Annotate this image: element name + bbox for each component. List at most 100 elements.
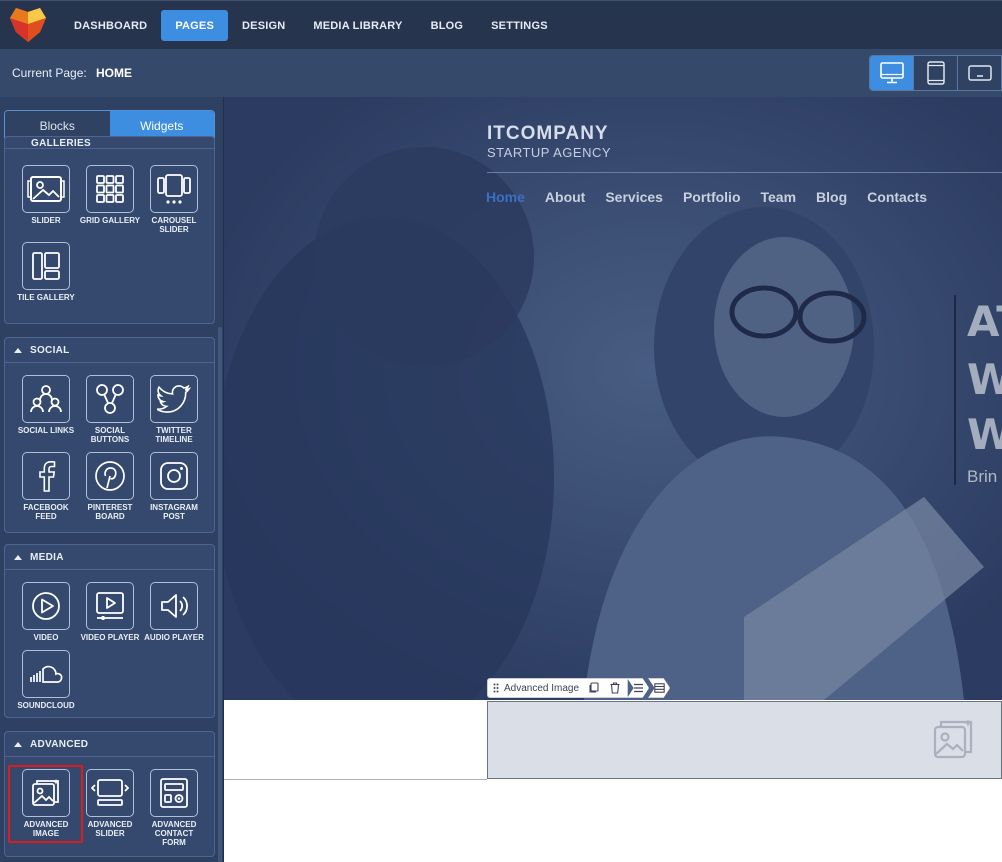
widget-toolbar-label[interactable]: Advanced Image (487, 678, 629, 698)
page-canvas[interactable]: ITCOMPANY STARTUP AGENCY Home About Serv… (224, 97, 1002, 862)
widget-tile-gallery[interactable]: TILE GALLERY (14, 242, 78, 302)
main-nav: DASHBOARD PAGES DESIGN MEDIA LIBRARY BLO… (60, 10, 562, 41)
widget-label: VIDEO PLAYER (80, 633, 140, 642)
header-divider (487, 172, 1002, 173)
media-title: MEDIA (30, 551, 64, 563)
mobile-landscape-view-button[interactable] (958, 56, 1002, 90)
site-nav-contacts[interactable]: Contacts (867, 189, 927, 205)
contact-form-icon (160, 778, 188, 808)
widget-social-buttons[interactable]: SOCIAL BUTTONS (78, 375, 142, 444)
video-icon (32, 592, 60, 620)
widget-name: Advanced Image (504, 682, 580, 694)
widget-social-links[interactable]: SOCIAL LINKS (14, 375, 78, 435)
galleries-panel: GALLERIES SLIDER GRID GALLERY CAROUSEL S… (4, 136, 215, 324)
site-nav-about[interactable]: About (545, 189, 585, 205)
widget-label: SOCIAL LINKS (17, 426, 75, 435)
current-page-value[interactable]: HOME (96, 66, 132, 80)
widget-audio-player[interactable]: AUDIO PLAYER (142, 582, 206, 642)
app-logo-icon[interactable] (10, 8, 46, 42)
soundcloud-icon (30, 665, 63, 683)
social-header[interactable]: SOCIAL (5, 338, 214, 363)
hero-heading-line-1: AT (967, 297, 1002, 346)
widget-video[interactable]: VIDEO (14, 582, 78, 642)
widget-advanced-contact-form[interactable]: ADVANCED CONTACT FORM (142, 769, 206, 847)
collapse-caret-icon (14, 741, 22, 747)
advanced-header[interactable]: ADVANCED (5, 732, 214, 757)
widget-label: FACEBOOK FEED (23, 503, 69, 521)
hero-vertical-line (954, 295, 956, 485)
layout-button[interactable] (648, 678, 671, 698)
device-switcher (869, 55, 1002, 91)
layout-icon (653, 683, 665, 693)
hero-heading-line-2: W (967, 355, 1002, 404)
top-navbar: DASHBOARD PAGES DESIGN MEDIA LIBRARY BLO… (0, 0, 1002, 49)
site-nav-blog[interactable]: Blog (816, 189, 847, 205)
slider-icon (27, 176, 65, 202)
widget-label: AUDIO PLAYER (144, 633, 204, 642)
advanced-image-placeholder[interactable] (487, 701, 1002, 779)
builder-app: DASHBOARD PAGES DESIGN MEDIA LIBRARY BLO… (0, 0, 1002, 862)
desktop-view-button[interactable] (870, 56, 914, 90)
widget-soundcloud[interactable]: SOUNDCLOUD (14, 650, 78, 710)
social-title: SOCIAL (30, 344, 70, 356)
nav-settings[interactable]: SETTINGS (477, 10, 562, 41)
site-nav-team[interactable]: Team (761, 189, 797, 205)
nav-media-library[interactable]: MEDIA LIBRARY (299, 10, 416, 41)
desktop-icon (879, 62, 904, 84)
hero-section[interactable]: ITCOMPANY STARTUP AGENCY Home About Serv… (224, 97, 1002, 700)
advanced-title: ADVANCED (30, 738, 89, 750)
widgets-sidebar: Blocks Widgets GALLERIES SLIDER GRID GAL… (0, 97, 224, 862)
widget-toolbar: Advanced Image (487, 678, 671, 698)
nav-blog[interactable]: BLOG (417, 10, 478, 41)
widget-label: TILE GALLERY (17, 293, 75, 302)
facebook-icon (39, 460, 56, 492)
nav-design[interactable]: DESIGN (228, 10, 299, 41)
sidebar-scrollbar[interactable] (218, 327, 222, 862)
advanced-slider-icon (91, 779, 129, 806)
nav-dashboard[interactable]: DASHBOARD (60, 10, 161, 41)
widget-pinterest-board[interactable]: PINTEREST BOARD (78, 452, 142, 521)
current-page-bar: Current Page: HOME (0, 49, 1002, 97)
image-placeholder-icon (933, 719, 973, 759)
site-nav-services[interactable]: Services (605, 189, 663, 205)
align-button[interactable] (627, 678, 650, 698)
mobile-landscape-icon (967, 65, 992, 81)
widget-carousel-slider[interactable]: CAROUSEL SLIDER (142, 165, 206, 234)
widget-twitter-timeline[interactable]: TWITTER TIMELINE (142, 375, 206, 444)
widget-label: SLIDER (31, 216, 61, 225)
site-nav-portfolio[interactable]: Portfolio (683, 189, 741, 205)
collapse-caret-icon (14, 554, 22, 560)
widget-facebook-feed[interactable]: FACEBOOK FEED (14, 452, 78, 521)
site-nav-home[interactable]: Home (486, 189, 525, 205)
pinterest-icon (95, 461, 125, 491)
grid-gallery-icon (96, 175, 124, 203)
section-divider (224, 779, 487, 780)
video-player-icon (96, 592, 124, 620)
widget-label: CAROUSEL SLIDER (151, 216, 197, 234)
carousel-slider-icon (157, 174, 191, 204)
widget-video-player[interactable]: VIDEO PLAYER (78, 582, 142, 642)
trash-icon[interactable] (609, 682, 621, 694)
selected-widget-highlight (8, 765, 83, 843)
widget-advanced-slider[interactable]: ADVANCED SLIDER (78, 769, 142, 838)
site-tagline: STARTUP AGENCY (487, 145, 612, 160)
galleries-title: GALLERIES (31, 138, 91, 149)
tablet-view-button[interactable] (914, 56, 958, 90)
widget-label: GRID GALLERY (79, 216, 141, 225)
nav-pages[interactable]: PAGES (161, 10, 229, 41)
media-header[interactable]: MEDIA (5, 545, 214, 570)
hero-heading-line-3: W (967, 410, 1002, 459)
copy-icon[interactable] (588, 682, 600, 694)
widget-grid-gallery[interactable]: GRID GALLERY (78, 165, 142, 225)
widget-label: ADVANCED SLIDER (87, 820, 133, 838)
widget-slider[interactable]: SLIDER (14, 165, 78, 225)
social-buttons-icon (96, 384, 124, 414)
speaker-icon (161, 594, 188, 618)
widget-label: PINTEREST BOARD (87, 503, 133, 521)
drag-handle-icon[interactable] (493, 683, 499, 693)
widget-instagram-post[interactable]: INSTAGRAM POST (142, 452, 206, 521)
galleries-header[interactable]: GALLERIES (5, 137, 214, 149)
tablet-icon (926, 61, 945, 85)
widget-label: VIDEO (33, 633, 59, 642)
site-brand[interactable]: ITCOMPANY (487, 123, 609, 145)
